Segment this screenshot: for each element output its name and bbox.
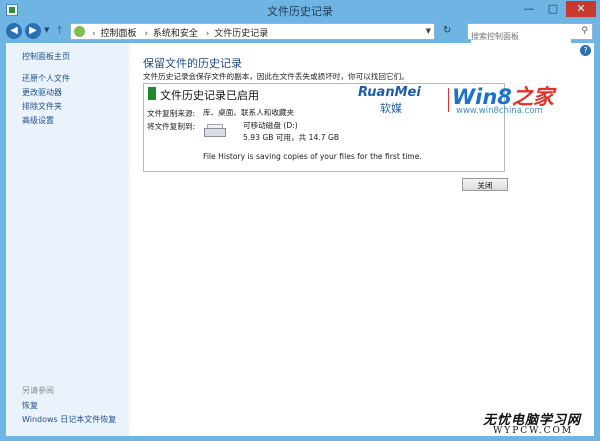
page-title: 保留文件的历史记录	[143, 57, 242, 70]
sidebar-item-advanced-settings[interactable]: 高级设置	[22, 115, 54, 126]
close-window-button[interactable]: ✕	[566, 1, 596, 17]
window-title: 文件历史记录	[267, 5, 333, 18]
ruanmei-logo: RuanMei 软媒	[358, 85, 421, 115]
address-toolbar: ◀ ▶ ▼ ↑ › 控制面板 › 系统和安全 › 文件历史记录 ▼ ↻ ⚲	[0, 21, 600, 43]
drive-space: 5.93 GB 可用，共 14.7 GB	[243, 133, 340, 142]
arrow-left-icon: ◀	[10, 25, 18, 36]
win8china-logo: Win8之家 www.win8china.com	[452, 85, 554, 116]
help-icon[interactable]: ?	[580, 45, 591, 56]
search-icon[interactable]: ⚲	[581, 26, 588, 36]
status-indicator	[148, 87, 156, 100]
copy-from-value: 库、桌面、联系人和收藏夹	[203, 108, 295, 117]
drive-name: 可移动磁盘 (D:)	[243, 121, 298, 130]
sidebar-item-exclude-folders[interactable]: 排除文件夹	[22, 101, 62, 112]
chevron-right-icon[interactable]: ›	[206, 29, 210, 39]
sidebar-item-change-drive[interactable]: 更改驱动器	[22, 87, 62, 98]
sidebar-item-restore-files[interactable]: 还原个人文件	[22, 73, 70, 84]
copy-to-label: 将文件复制到:	[147, 122, 196, 131]
sidebar: 控制面板主页 还原个人文件 更改驱动器 排除文件夹 高级设置 另请参阅 恢复 W…	[6, 43, 129, 436]
close-button[interactable]: 关闭	[462, 178, 508, 191]
copy-from-label: 文件复制来源:	[147, 109, 196, 118]
main-panel: ? 保留文件的历史记录 文件历史记录会保存文件的副本，因此在文件丢失或损坏时，你…	[129, 43, 594, 436]
search-box[interactable]: ⚲	[467, 23, 593, 43]
breadcrumb-control-panel[interactable]: 控制面板	[100, 29, 136, 39]
status-header: 文件历史记录已启用 RuanMei 软媒 Win8之家 www.win8chin…	[144, 84, 554, 116]
search-input[interactable]	[471, 30, 571, 43]
page-description: 文件历史记录会保存文件的副本，因此在文件丢失或损坏时，你可以找回它们。	[143, 72, 409, 81]
chevron-down-icon[interactable]: ▼	[426, 27, 431, 35]
breadcrumb-file-history[interactable]: 文件历史记录	[214, 29, 268, 39]
window: 文件历史记录 — □ ✕ ◀ ▶ ▼ ↑ › 控制面板 › 系统和安全 › 文件…	[0, 0, 600, 441]
recent-pages-dropdown[interactable]: ▼	[44, 26, 49, 34]
forward-button[interactable]: ▶	[25, 23, 41, 39]
address-bar[interactable]: › 控制面板 › 系统和安全 › 文件历史记录 ▼	[70, 23, 435, 40]
status-text: 文件历史记录已启用	[160, 89, 259, 102]
maximize-button[interactable]: □	[542, 1, 564, 17]
field-labels: 文件复制来源: 将文件复制到:	[147, 107, 195, 133]
sidebar-item-recovery[interactable]: 恢复	[22, 400, 38, 411]
back-button[interactable]: ◀	[6, 23, 22, 39]
sidebar-item-windows-journal-recovery[interactable]: Windows 日记本文件恢复	[22, 414, 116, 425]
control-panel-icon	[74, 26, 85, 37]
content-area: 控制面板主页 还原个人文件 更改驱动器 排除文件夹 高级设置 另请参阅 恢复 W…	[6, 43, 594, 436]
arrow-right-icon: ▶	[29, 25, 37, 36]
sidebar-item-control-panel-home[interactable]: 控制面板主页	[22, 51, 70, 62]
history-message: File History is saving copies of your fi…	[203, 152, 422, 161]
title-bar: 文件历史记录 — □ ✕	[0, 0, 600, 21]
chevron-right-icon[interactable]: ›	[144, 29, 148, 39]
minimize-button[interactable]: —	[518, 1, 540, 17]
watermark-url: WYPCW.COM	[493, 426, 574, 436]
see-also-heading: 另请参阅	[22, 386, 54, 395]
logo-divider	[448, 88, 449, 112]
up-arrow-icon[interactable]: ↑	[55, 24, 64, 37]
chevron-right-icon: ›	[92, 29, 96, 39]
refresh-icon[interactable]: ↻	[443, 25, 451, 36]
status-panel: 文件历史记录已启用 RuanMei 软媒 Win8之家 www.win8chin…	[143, 83, 554, 172]
removable-drive-icon	[204, 124, 226, 139]
breadcrumb-system-security[interactable]: 系统和安全	[153, 29, 198, 39]
breadcrumb: › 控制面板 › 系统和安全 › 文件历史记录	[89, 26, 270, 39]
